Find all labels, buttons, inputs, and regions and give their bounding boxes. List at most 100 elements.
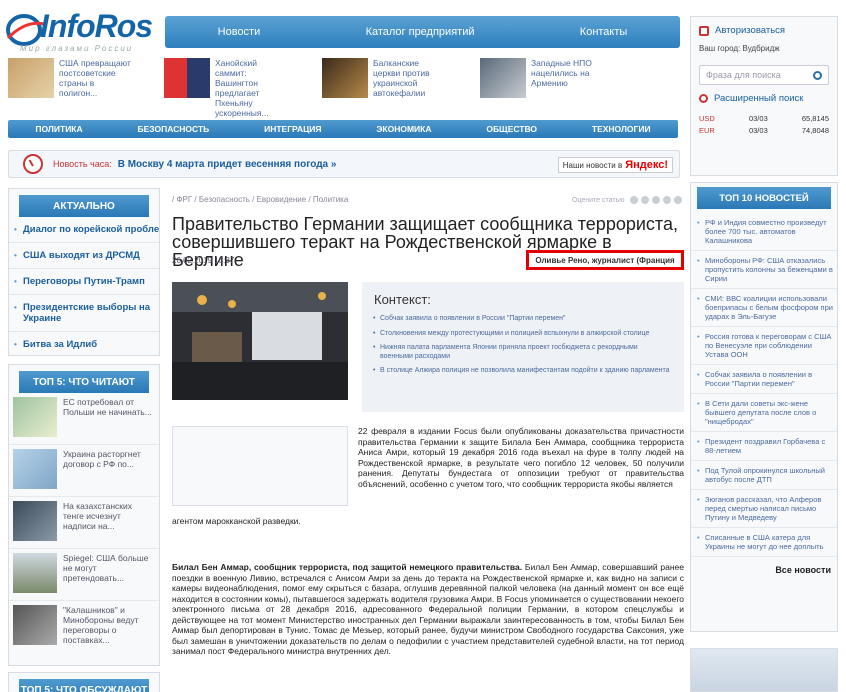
item-thumb: [13, 605, 57, 645]
top10-item[interactable]: Собчак заявила о появлении в России "Пар…: [691, 365, 837, 394]
cat-politics[interactable]: ПОЛИТИКА: [35, 124, 82, 134]
paragraph-text: Билал Бен Аммар, совершавший ранее поезд…: [172, 562, 684, 656]
cat-technology[interactable]: ТЕХНОЛОГИИ: [592, 124, 651, 134]
currency-date: 03/03: [748, 126, 768, 135]
currency-value: 65,8145: [801, 114, 829, 123]
news-strip: США превращают постсоветские страны в по…: [8, 58, 678, 118]
actual-item[interactable]: Диалог по корейской проблеме: [9, 217, 159, 243]
hour-label: Новость часа:: [53, 159, 112, 169]
context-link[interactable]: Столкновения между протестующими и полиц…: [373, 330, 672, 339]
top10-title: ТОП 10 НОВОСТЕЙ: [697, 187, 831, 209]
context-link[interactable]: Собчак заявила о появлении в России "Пар…: [373, 315, 672, 324]
strip-thumb: [322, 58, 368, 98]
currency-date: 03/03: [748, 114, 768, 123]
top5-read-item[interactable]: Украина расторгнет договор с РФ по...: [9, 445, 159, 497]
user-panel: Авторизоваться Ваш город: Вудбридж Фраза…: [690, 16, 838, 176]
top10-item[interactable]: Под Тулой опрокинулся школьный автобус п…: [691, 461, 837, 490]
top10-item[interactable]: СМИ: ВВС коалиции использовали боеприпас…: [691, 289, 837, 327]
actual-item[interactable]: Битва за Идлиб: [9, 332, 159, 357]
actual-item[interactable]: Президентские выборы на Украине: [9, 295, 159, 332]
nav-news[interactable]: Новости: [218, 26, 261, 38]
top5-discuss-box: ТОП 5: ЧТО ОБСУЖДАЮТ: [8, 672, 160, 692]
lock-icon: [699, 25, 709, 36]
top10-item[interactable]: Списанные в США катера для Украины не мо…: [691, 528, 837, 557]
top-navigation: Новости Каталог предприятий Контакты: [165, 16, 680, 48]
top5-read-item[interactable]: Spiegel: США больше не могут претендоват…: [9, 549, 159, 601]
strip-thumb: [8, 58, 54, 98]
top10-box: ТОП 10 НОВОСТЕЙ РФ и Индия совместно про…: [690, 182, 838, 632]
currency-code: USD: [699, 114, 715, 123]
logo-text: InfoRos: [40, 8, 153, 44]
top10-item[interactable]: Россия готова к переговорам с США по Вен…: [691, 327, 837, 365]
strip-item[interactable]: США превращают постсоветские страны в по…: [8, 58, 131, 110]
strip-thumb: [164, 58, 210, 98]
top5-read-item[interactable]: ЕС потребовал от Польши не начинать...: [9, 393, 159, 445]
search-input[interactable]: Фраза для поиска: [699, 65, 829, 85]
item-thumb: [13, 501, 57, 541]
item-thumb: [13, 449, 57, 489]
context-box: Контекст: Собчак заявила о появлении в Р…: [362, 282, 684, 412]
yandex-news-button[interactable]: Наши новости в Яндекс!: [557, 157, 673, 173]
breadcrumb[interactable]: / ФРГ / Безопасность / Евровидение / Пол…: [172, 195, 348, 204]
top5-read-title: ТОП 5: ЧТО ЧИТАЮТ: [19, 371, 149, 393]
top5-read-box: ТОП 5: ЧТО ЧИТАЮТ ЕС потребовал от Польш…: [8, 364, 160, 666]
logo-tagline: Мир глазами России: [20, 44, 134, 53]
actual-title: АКТУАЛЬНО: [19, 195, 149, 217]
cat-integration[interactable]: ИНТЕГРАЦИЯ: [264, 124, 321, 134]
currency-row: EUR 03/03 74,8048: [699, 126, 829, 135]
strip-item[interactable]: Западные НПО нацелились на Армению: [480, 58, 603, 110]
context-link[interactable]: Нижняя палата парламента Японии приняла …: [373, 344, 672, 361]
currency-value: 74,8048: [801, 126, 829, 135]
ad-placeholder: [172, 426, 348, 506]
top10-item[interactable]: РФ и Индия совместно произведут более 70…: [691, 213, 837, 251]
top10-item[interactable]: Зюганов рассказал, что Алферов перед сме…: [691, 490, 837, 528]
actual-box: АКТУАЛЬНО Диалог по корейской проблеме С…: [8, 188, 160, 356]
actual-item[interactable]: США выходят из ДРСМД: [9, 243, 159, 269]
currency-rates: USD 03/03 65,8145 EUR 03/03 74,8048: [699, 114, 829, 135]
search-placeholder: Фраза для поиска: [706, 70, 781, 80]
article-date: 26.02.2019 13:37: [172, 256, 235, 265]
rating-stars[interactable]: [630, 196, 683, 204]
context-title: Контекст:: [374, 292, 431, 307]
paragraph-lead: Билал Бен Аммар, сообщник террориста, по…: [172, 562, 523, 572]
cat-economy[interactable]: ЭКОНОМИКА: [376, 124, 431, 134]
nav-contacts[interactable]: Контакты: [580, 26, 628, 38]
rating-widget: Оцените статью: [572, 196, 683, 204]
rating-label: Оцените статью: [572, 196, 625, 204]
top10-item[interactable]: Президент поздравил Горбачева с 88-летие…: [691, 432, 837, 461]
login-link[interactable]: Авторизоваться: [699, 25, 829, 36]
all-news-link[interactable]: Все новости: [691, 557, 837, 583]
category-navigation: ПОЛИТИКА БЕЗОПАСНОСТЬ ИНТЕГРАЦИЯ ЭКОНОМИ…: [8, 120, 678, 138]
strip-thumb: [480, 58, 526, 98]
actual-item[interactable]: Переговоры Путин-Трамп: [9, 269, 159, 295]
item-thumb: [13, 553, 57, 593]
top10-item[interactable]: Минобороны РФ: США отказались пропустить…: [691, 251, 837, 289]
article-author[interactable]: Оливье Рено, журналист (Франция: [526, 250, 684, 270]
hour-link[interactable]: В Москву 4 марта придет весенняя погода …: [118, 159, 337, 170]
nav-catalog[interactable]: Каталог предприятий: [366, 26, 475, 38]
cat-security[interactable]: БЕЗОПАСНОСТЬ: [137, 124, 209, 134]
currency-code: EUR: [699, 126, 715, 135]
article-photo: [172, 282, 348, 400]
site-logo[interactable]: InfoRos Мир глазами России: [6, 8, 156, 53]
top5-read-item[interactable]: На казахстанских тенге исчезнут надписи …: [9, 497, 159, 549]
strip-text: США превращают постсоветские страны в по…: [59, 58, 131, 98]
news-of-hour: Новость часа: В Москву 4 марта придет ве…: [8, 150, 680, 178]
top5-read-item[interactable]: "Калашников" и Минобороны ведут перегово…: [9, 601, 159, 653]
article-paragraph-end: агентом марокканской разведки.: [172, 516, 301, 526]
clock-icon: [23, 154, 43, 174]
strip-item[interactable]: Балканские церкви против украинской авто…: [322, 58, 445, 110]
top10-item[interactable]: В Сети дали советы экс-жене бывшего депу…: [691, 394, 837, 432]
extended-search-link[interactable]: Расширенный поиск: [699, 93, 829, 104]
context-link[interactable]: В столице Алжира полиция не позволила ма…: [373, 367, 672, 376]
item-thumb: [13, 397, 57, 437]
article-paragraph: Билал Бен Аммар, сообщник террориста, по…: [172, 562, 684, 657]
search-icon[interactable]: [813, 70, 822, 80]
currency-row: USD 03/03 65,8145: [699, 114, 829, 123]
strip-text: Западные НПО нацелились на Армению: [531, 58, 592, 88]
cat-society[interactable]: ОБЩЕСТВО: [486, 124, 537, 134]
article-paragraph: 22 февраля в издании Focus были опублико…: [358, 426, 684, 489]
extended-search-icon: [699, 94, 708, 103]
strip-item[interactable]: Ханойский саммит: Вашингтон предлагает П…: [164, 58, 287, 118]
promo-banner[interactable]: [690, 648, 838, 692]
